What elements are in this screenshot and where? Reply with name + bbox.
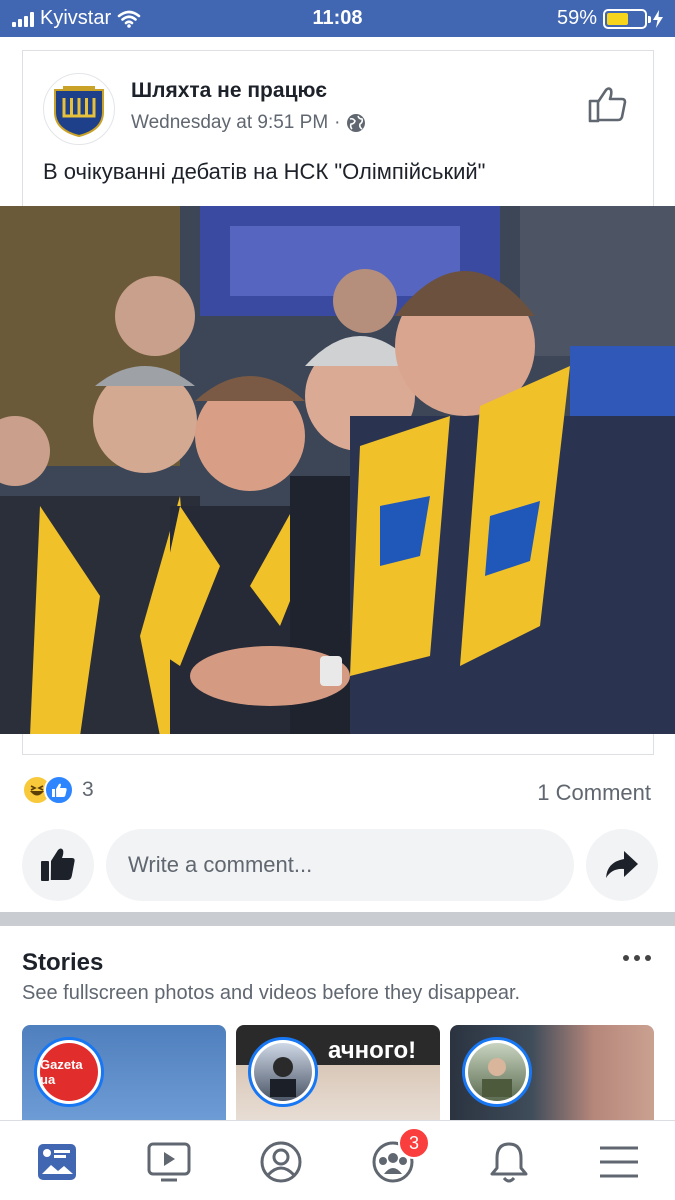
comment-input[interactable]: [106, 829, 574, 901]
status-right: 59%: [557, 7, 663, 30]
video-icon: [147, 1142, 191, 1182]
post-text: В очікуванні дебатів на НСК "Олімпійськи…: [43, 159, 486, 184]
thumbs-up-outline-icon: [588, 87, 627, 123]
stories-title: Stories: [22, 949, 104, 976]
groups-badge: 3: [398, 1127, 430, 1159]
like-page-button[interactable]: [587, 85, 627, 128]
tab-news-feed[interactable]: [32, 1137, 82, 1187]
tab-menu[interactable]: [594, 1137, 644, 1187]
profile-icon: [260, 1141, 302, 1183]
share-button[interactable]: [586, 829, 658, 901]
like-icon: [44, 775, 74, 805]
stadium-photo: [0, 206, 675, 734]
battery-percent: 59%: [556, 7, 597, 29]
globe-icon: [347, 114, 366, 132]
person-avatar-icon: [254, 1043, 312, 1101]
tab-groups[interactable]: 3: [368, 1127, 430, 1187]
stories-subtitle: See fullscreen photos and videos before …: [22, 982, 521, 1004]
post-photo[interactable]: [0, 206, 675, 734]
page-name[interactable]: Шляхта не працює: [131, 79, 327, 103]
more-options-icon[interactable]: [623, 955, 651, 961]
thumbs-up-icon: [41, 848, 75, 881]
tab-profile[interactable]: [256, 1137, 306, 1187]
comments-count[interactable]: 1 Comment: [537, 780, 651, 806]
post-meta: Wednesday at 9:51 PM ·: [131, 112, 366, 134]
story-avatar-label: Gazeta ua: [40, 1043, 98, 1101]
share-arrow-icon: [606, 851, 638, 878]
hamburger-menu-icon: [600, 1146, 638, 1178]
post-timestamp[interactable]: Wednesday at 9:51 PM: [131, 112, 328, 134]
like-button[interactable]: [22, 829, 94, 901]
story-avatar: [248, 1037, 318, 1107]
meta-separator: ·: [334, 112, 341, 133]
page-avatar[interactable]: [43, 73, 115, 145]
tab-notifications[interactable]: [484, 1137, 534, 1187]
bell-icon: [490, 1142, 528, 1183]
story-avatar: Gazeta ua: [34, 1037, 104, 1107]
battery-icon: [603, 8, 651, 29]
bottom-tab-bar: 3: [0, 1120, 675, 1200]
reaction-count: 3: [82, 778, 94, 801]
post-header: Шляхта не працює Wednesday at 9:51 PM · …: [23, 51, 653, 206]
story-card[interactable]: ачного!: [236, 1025, 440, 1125]
section-divider: [0, 912, 675, 926]
reactions-summary[interactable]: 3: [22, 775, 94, 805]
story-card[interactable]: Gazeta ua: [22, 1025, 226, 1125]
battery-level: [607, 12, 629, 25]
status-bar: Kyivstar 11:08 59%: [0, 0, 675, 37]
charging-icon: [653, 9, 663, 28]
tab-watch[interactable]: [144, 1137, 194, 1187]
story-card[interactable]: [450, 1025, 654, 1125]
story-avatar: [462, 1037, 532, 1107]
news-feed-icon: [38, 1144, 76, 1180]
story-headline: ачного!: [328, 1037, 417, 1064]
coat-of-arms-icon: [54, 86, 104, 138]
person-avatar-icon: [468, 1043, 526, 1101]
